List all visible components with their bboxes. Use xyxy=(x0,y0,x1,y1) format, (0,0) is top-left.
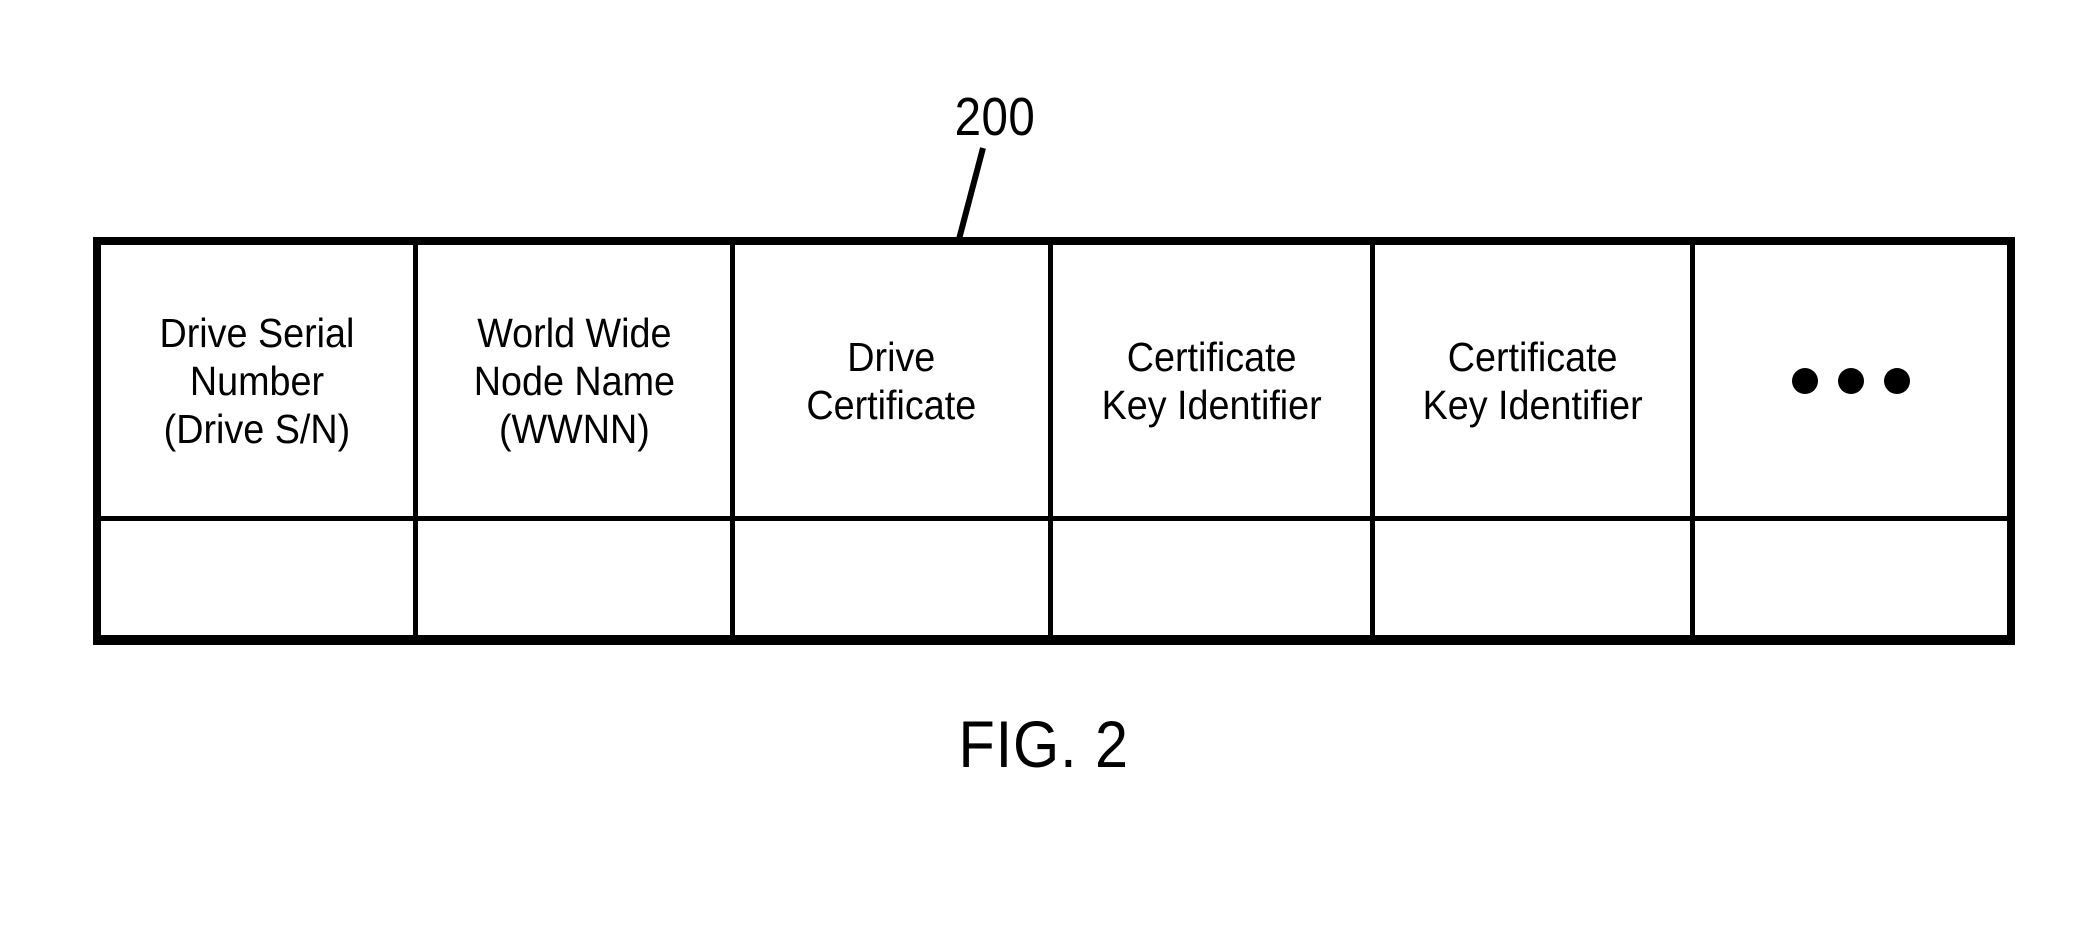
ellipsis-dot xyxy=(1884,367,1910,394)
header-label-world-wide-node-name: World Wide Node Name (WWNN) xyxy=(473,309,675,452)
table-cell-world-wide-node-name xyxy=(418,521,735,635)
ellipsis-dot xyxy=(1792,367,1818,394)
table-cell-more-columns xyxy=(1695,521,2007,635)
table-header-cell-more-columns xyxy=(1695,245,2007,516)
header-label-drive-certificate: Drive Certificate xyxy=(806,333,977,428)
figure-caption: FIG. 2 xyxy=(0,706,2088,782)
leader-line xyxy=(955,147,986,244)
header-label-certificate-key-identifier-2: Certificate Key Identifier xyxy=(1422,333,1643,428)
table-row xyxy=(101,521,2007,635)
table-cell-certificate-key-identifier-1 xyxy=(1053,521,1375,635)
figure-2: 200 Drive Serial Number (Drive S/N) Worl… xyxy=(0,0,2088,936)
table-header-row: Drive Serial Number (Drive S/N) World Wi… xyxy=(101,245,2007,521)
reference-callout-200: 200 xyxy=(930,88,1090,248)
table-header-cell-certificate-key-identifier-2: Certificate Key Identifier xyxy=(1375,245,1695,516)
ellipsis-icon xyxy=(1792,367,1910,394)
table-header-cell-drive-serial-number: Drive Serial Number (Drive S/N) xyxy=(101,245,418,516)
table-header-cell-drive-certificate: Drive Certificate xyxy=(735,245,1053,516)
table-cell-certificate-key-identifier-2 xyxy=(1375,521,1695,635)
reference-numeral-label: 200 xyxy=(954,87,1036,147)
table-header-cell-world-wide-node-name: World Wide Node Name (WWNN) xyxy=(418,245,735,516)
ellipsis-dot xyxy=(1838,367,1864,394)
table-cell-drive-certificate xyxy=(735,521,1053,635)
figure-caption-text: FIG. 2 xyxy=(958,707,1130,781)
header-label-certificate-key-identifier-1: Certificate Key Identifier xyxy=(1101,333,1322,428)
table-header-cell-certificate-key-identifier-1: Certificate Key Identifier xyxy=(1053,245,1375,516)
header-label-drive-serial-number: Drive Serial Number (Drive S/N) xyxy=(159,309,355,452)
drive-record-table: Drive Serial Number (Drive S/N) World Wi… xyxy=(93,237,2015,645)
table-cell-drive-serial-number xyxy=(101,521,418,635)
